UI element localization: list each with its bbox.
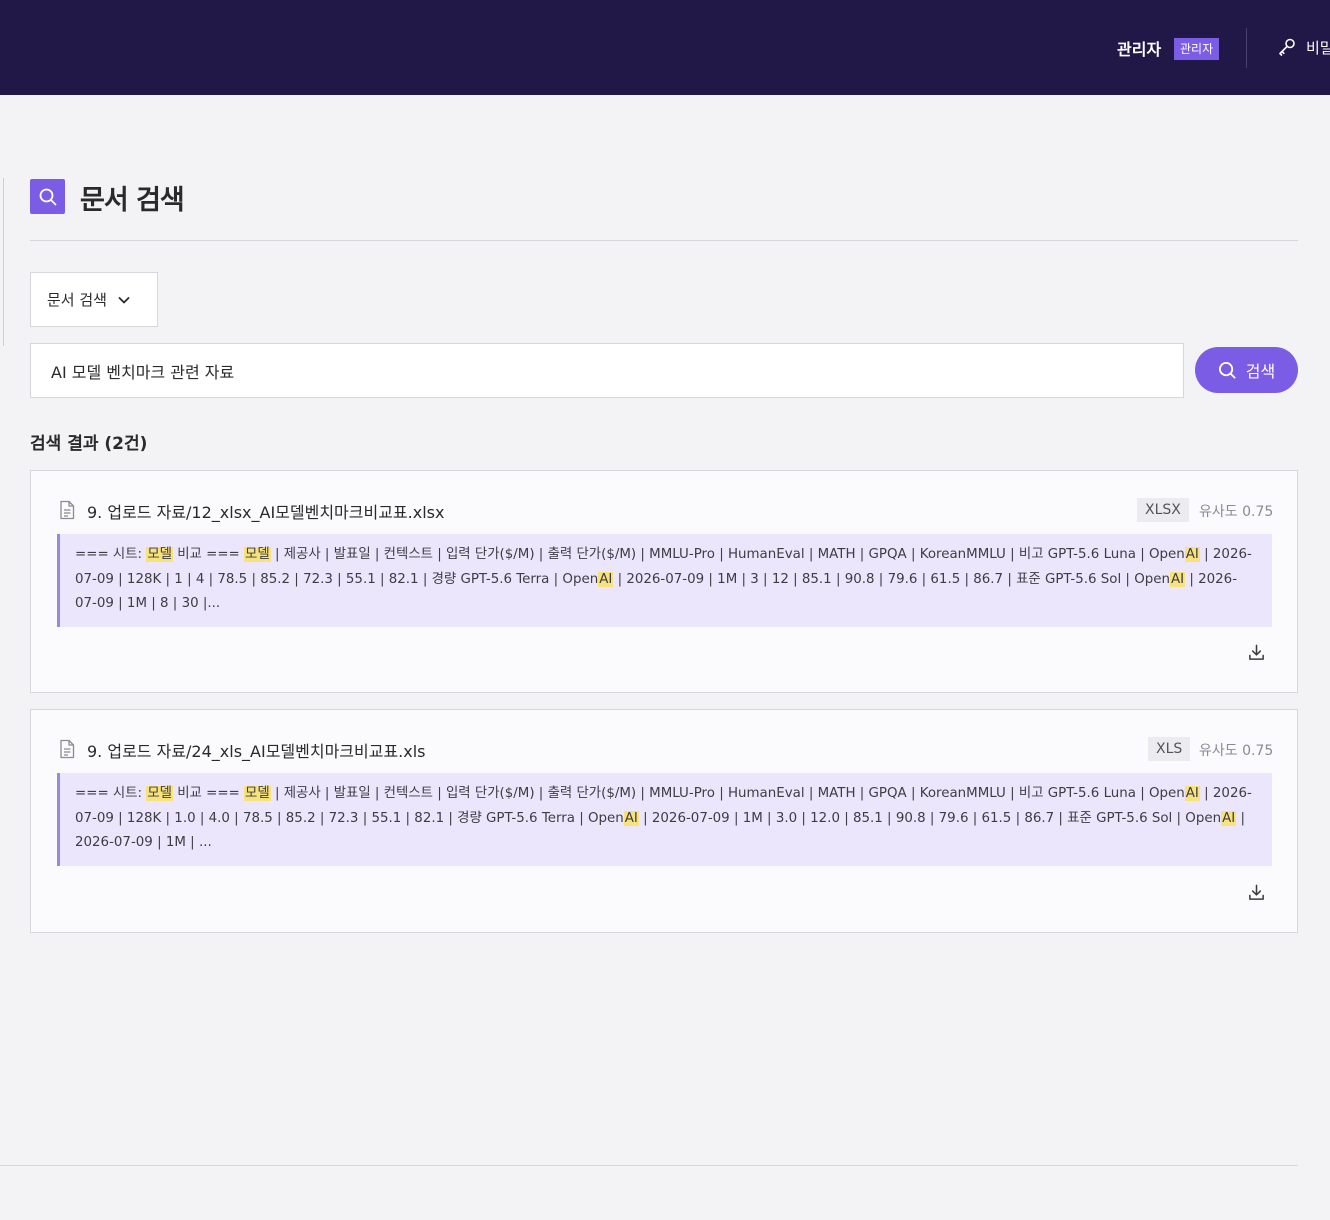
search-icon (39, 188, 56, 205)
chevron-down-icon (118, 296, 130, 303)
password-link[interactable]: 비밀 (1277, 35, 1330, 59)
snippet-highlight: 모델 (146, 547, 173, 562)
search-button-label: 검색 (1245, 362, 1276, 381)
snippet-highlight: 모델 (244, 786, 271, 801)
snippet-text: 비교 === (172, 786, 245, 801)
page-title-icon (30, 179, 65, 214)
similarity-score: 유사도 0.75 (1199, 743, 1274, 759)
file-type-badge: XLSX (1137, 498, 1189, 522)
result-file-path[interactable]: 9. 업로드 자료/24_xls_AI모델벤치마크비교표.xls (87, 738, 426, 762)
page-title: 문서 검색 (80, 185, 185, 216)
snippet-highlight: AI (1184, 547, 1200, 562)
file-icon (60, 500, 75, 520)
role-badge: 관리자 (1174, 38, 1220, 60)
snippet-text: | 2026-07-09 | 1M | 3 | 12 | 85.1 | 90.8… (613, 571, 1170, 587)
snippet-text: | 제공사 | 발표일 | 컨텍스트 | 입력 단가($/M) | 출력 단가(… (270, 547, 1185, 562)
top-bar: 관리자 관리자 비밀 (0, 0, 1330, 95)
snippet-highlight: AI (598, 571, 614, 587)
result-card[interactable]: 9. 업로드 자료/24_xls_AI모델벤치마크비교표.xls XLS 유사도… (30, 709, 1298, 933)
results-heading: 검색 결과 (2건) (30, 434, 148, 454)
search-icon (1218, 361, 1236, 379)
snippet-highlight: AI (1169, 571, 1186, 587)
similarity-score: 유사도 0.75 (1199, 504, 1274, 520)
snippet-highlight: 모델 (244, 547, 271, 562)
topbar-divider (1246, 28, 1247, 68)
snippet-highlight: AI (1221, 810, 1237, 826)
file-type-badge: XLS (1148, 737, 1191, 761)
title-divider (30, 240, 1298, 241)
snippet-text: === 시트: (75, 547, 147, 562)
snippet-text: | 2026-07-09 | 1M | 3.0 | 12.0 | 85.1 | … (638, 810, 1222, 826)
search-mode-select[interactable]: 문서 검색 (30, 272, 158, 327)
result-snippet: === 시트: 모델 비교 === 모델 | 제공사 | 발표일 | 컨텍스트 … (57, 773, 1272, 866)
sidebar-edge (0, 178, 4, 346)
snippet-highlight: AI (1184, 786, 1200, 801)
result-snippet: === 시트: 모델 비교 === 모델 | 제공사 | 발표일 | 컨텍스트 … (57, 534, 1272, 627)
key-icon (1279, 38, 1295, 56)
user-name: 관리자 (1117, 40, 1162, 59)
snippet-text: | 제공사 | 발표일 | 컨텍스트 | 입력 단가($/M) | 출력 단가(… (270, 786, 1185, 801)
snippet-highlight: AI (623, 810, 639, 826)
search-button[interactable]: 검색 (1195, 347, 1298, 393)
result-file-path[interactable]: 9. 업로드 자료/12_xlsx_AI모델벤치마크비교표.xlsx (87, 499, 444, 523)
snippet-text: === 시트: (75, 786, 147, 801)
password-link-label: 비밀 (1306, 38, 1330, 57)
download-icon[interactable] (1247, 643, 1266, 662)
snippet-text: 비교 === (172, 547, 245, 562)
result-card[interactable]: 9. 업로드 자료/12_xlsx_AI모델벤치마크비교표.xlsx XLSX … (30, 470, 1298, 693)
file-icon (60, 739, 75, 759)
footer-divider (0, 1165, 1298, 1166)
search-input[interactable] (30, 343, 1184, 398)
download-icon[interactable] (1247, 883, 1266, 902)
snippet-highlight: 모델 (146, 786, 173, 801)
search-mode-value: 문서 검색 (47, 291, 107, 309)
